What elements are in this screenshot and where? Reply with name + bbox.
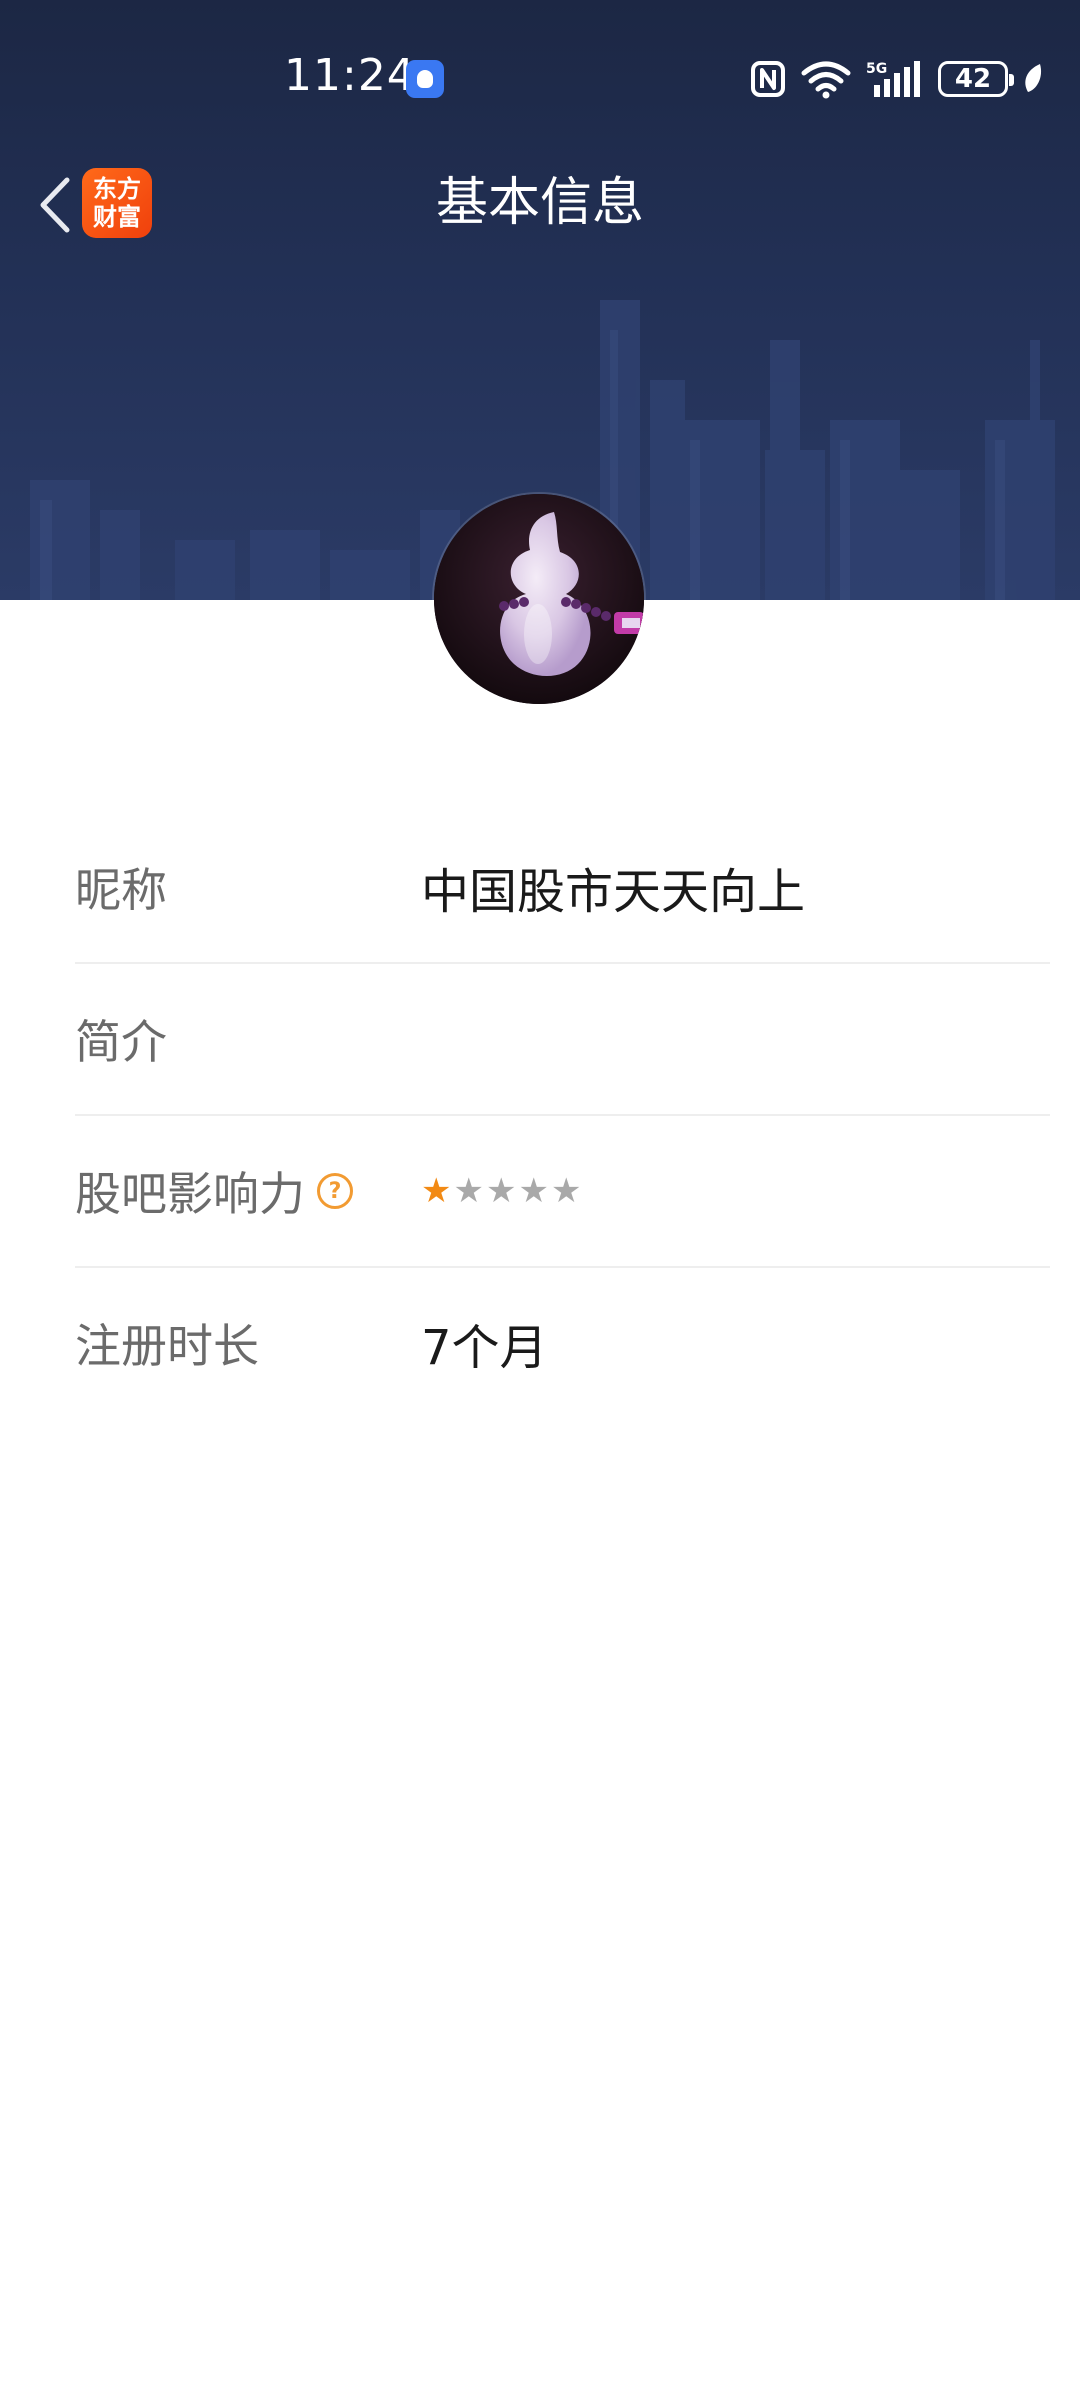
- rating-star: ★: [453, 1171, 484, 1211]
- avatar[interactable]: [434, 494, 644, 704]
- influence-label: 股吧影响力: [75, 1167, 305, 1221]
- nickname-label: 昵称: [75, 863, 167, 917]
- svg-text:5G: 5G: [866, 61, 887, 77]
- rating-star: ★: [485, 1171, 517, 1211]
- nickname-value: 中国股市天天向上: [421, 864, 806, 920]
- rating-star: ★: [421, 1171, 452, 1211]
- bio-label: 简介: [75, 1015, 167, 1069]
- nav-bar: 东方 财富 基本信息: [0, 150, 1080, 260]
- influence-label-wrap: 股吧影响力 ?: [75, 1158, 421, 1224]
- registration-value: 7个月: [421, 1320, 548, 1376]
- status-bar: 11:24 5G 42: [0, 0, 1080, 160]
- bio-row: 简介: [75, 964, 1050, 1116]
- rating-star: ★: [518, 1171, 549, 1211]
- page-title: 基本信息: [435, 173, 644, 233]
- registration-row: 注册时长 7个月: [75, 1268, 1050, 1418]
- gourd-avatar-image: [434, 494, 644, 704]
- status-icons: 5G 42: [750, 56, 1044, 102]
- nfc-icon: [751, 61, 785, 97]
- signal-5g-icon: 5G: [866, 61, 920, 97]
- influence-row: 股吧影响力 ? ★ ★ ★ ★ ★: [75, 1116, 1050, 1268]
- app-notification-icon: [406, 60, 444, 98]
- battery-indicator: 42: [938, 61, 1014, 97]
- battery-level: 42: [954, 64, 992, 94]
- registration-label: 注册时长: [75, 1319, 259, 1373]
- profile-info-list: 昵称 中国股市天天向上 简介 股吧影响力 ? ★ ★ ★ ★ ★ 注册时长 7个…: [75, 812, 1050, 1418]
- status-time: 11:24: [284, 50, 416, 101]
- influence-rating: ★ ★ ★ ★ ★: [421, 1174, 581, 1208]
- wifi-icon: [801, 61, 851, 99]
- nickname-row: 昵称 中国股市天天向上: [75, 812, 1050, 964]
- help-icon[interactable]: ?: [317, 1173, 353, 1209]
- rating-star: ★: [550, 1171, 582, 1211]
- leaf-icon: [1025, 64, 1042, 92]
